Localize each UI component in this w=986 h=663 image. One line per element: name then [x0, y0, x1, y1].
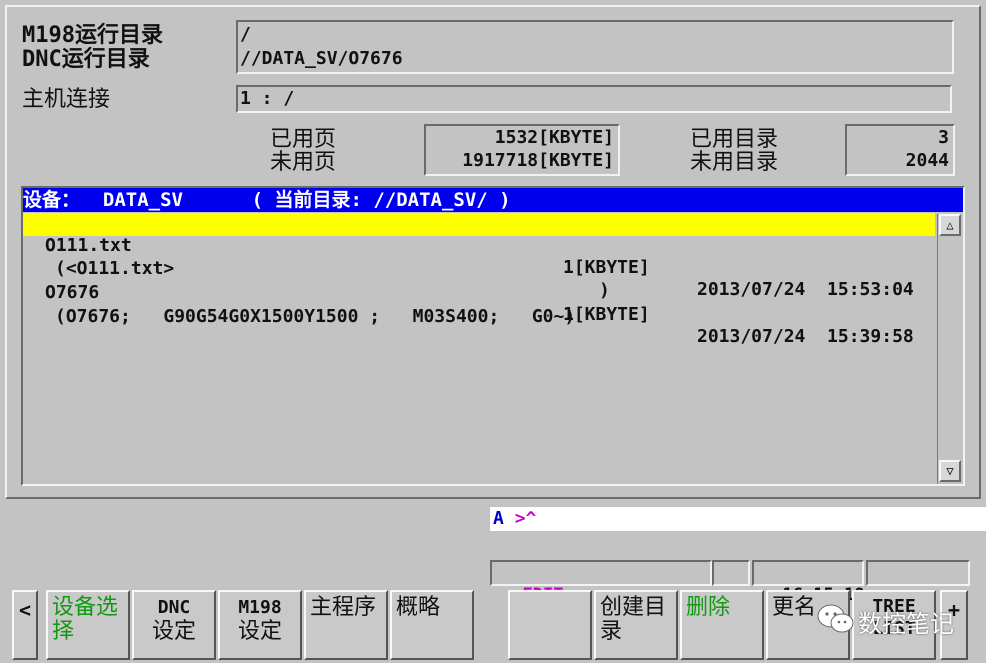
scroll-up-button[interactable]: △ [939, 214, 961, 236]
softkey-device-select[interactable]: 设备选 择 [46, 590, 130, 660]
file-row-selected[interactable]: O111.txt 1[KBYTE] 2013/07/24 15:53:04 [23, 213, 935, 300]
softkey-prev-button[interactable]: < [12, 590, 38, 660]
run-dir-box: / //DATA_SV/O7676 [236, 20, 954, 74]
mode-status: EDIT **** *** *** [490, 560, 712, 626]
free-pages-value: 1917718[KBYTE] [462, 150, 614, 171]
used-pages-label: 已用页 [270, 127, 337, 152]
softkey-label: 主程序 [310, 595, 377, 620]
clock-display: 16:15:18 [752, 560, 864, 605]
file-comment-row: (<O111.txt> ) [23, 236, 935, 301]
softkey-dnc-setting[interactable]: DNC 设定 [132, 590, 216, 660]
command-prefix: A [493, 508, 504, 529]
status-cell-empty [866, 560, 970, 586]
softkey-label: 设定 [237, 619, 282, 644]
file-size: 1[KBYTE] [563, 304, 650, 325]
watermark-text: 数控笔记 [858, 610, 954, 638]
command-input[interactable]: A >^ [490, 507, 986, 531]
m198-dir-value: / [240, 24, 251, 45]
softkey-label: 录 [600, 619, 623, 644]
host-connection-box: 1 : / [236, 85, 952, 113]
used-dirs-value: 3 [938, 127, 949, 148]
file-comment: (O7676; G90G54G0X1500Y1500 ; M03S400; G0… [55, 306, 576, 327]
softkey-label: 设定 [151, 619, 196, 644]
free-dirs-label: 未用目录 [690, 150, 779, 175]
free-dirs-value: 2044 [905, 150, 949, 171]
file-comment-row: (O7676; G90G54G0X1500Y1500 ; M03S400; G0… [23, 284, 935, 327]
softkey-create-dir[interactable]: 创建目 录 [594, 590, 678, 660]
free-pages-label: 未用页 [270, 150, 337, 175]
host-connection-value: 1 : / [240, 88, 295, 109]
status-cell-empty [712, 560, 750, 586]
softkey-label: 创建目 [600, 595, 667, 620]
used-pages-value: 1532[KBYTE] [494, 127, 614, 148]
file-datetime: 2013/07/24 15:39:58 [697, 326, 914, 347]
softkey-label: DNC [157, 597, 191, 618]
softkey-label: 设备选 [52, 595, 119, 620]
wechat-icon [817, 604, 854, 633]
device-header: 设备： DATA_SV ( 当前目录: //DATA_SV/ ) [23, 188, 963, 212]
softkey-label: 概略 [396, 595, 441, 620]
triangle-down-icon: ▽ [946, 464, 954, 478]
page-usage-box: 1532[KBYTE] 1917718[KBYTE] [424, 124, 620, 176]
dir-usage-box: 3 2044 [845, 124, 955, 176]
softkey-label: M198 [238, 597, 282, 618]
softkey-label: 择 [52, 619, 75, 644]
triangle-up-icon: △ [946, 218, 954, 232]
dnc-dir-value: //DATA_SV/O7676 [240, 48, 403, 69]
softkey-main-program[interactable]: 主程序 [304, 590, 388, 660]
softkey-m198-setting[interactable]: M198 设定 [218, 590, 302, 660]
command-prompt: >^ [514, 508, 537, 529]
softkey-delete[interactable]: 删除 [680, 590, 764, 660]
file-list: 设备： DATA_SV ( 当前目录: //DATA_SV/ ) O111.tx… [21, 186, 965, 486]
softkey-overview[interactable]: 概略 [390, 590, 474, 660]
used-dirs-label: 已用目录 [690, 127, 779, 152]
softkey-blank[interactable] [508, 590, 592, 660]
file-row[interactable]: O7676 1[KBYTE] 2013/07/24 15:39:58 [23, 260, 935, 347]
host-connection-label: 主机连接 [22, 87, 111, 112]
scroll-down-button[interactable]: ▽ [939, 460, 961, 482]
softkey-label: 删除 [686, 595, 731, 620]
dnc-dir-label: DNC运行目录 [22, 47, 150, 72]
m198-dir-label: M198运行目录 [22, 23, 163, 48]
chevron-left-icon: < [18, 598, 32, 622]
list-scrollbar[interactable]: △ ▽ [937, 214, 961, 484]
